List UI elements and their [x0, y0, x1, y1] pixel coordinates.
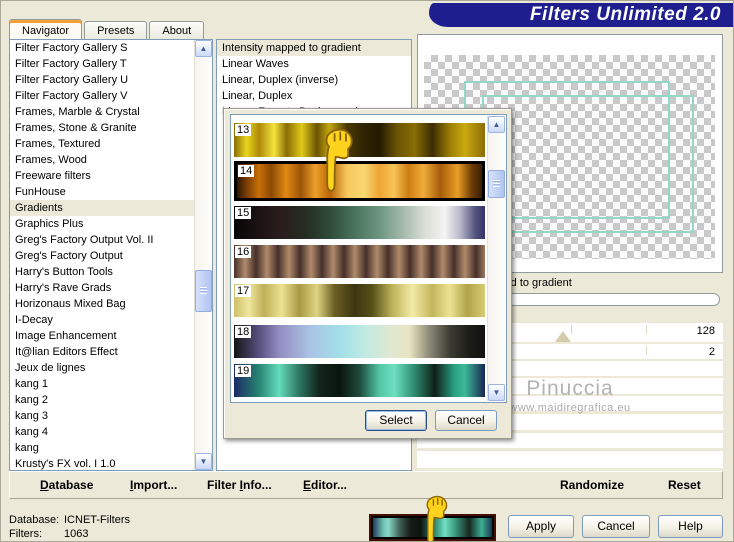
scroll-thumb[interactable]	[195, 270, 212, 312]
help-button[interactable]: Help	[658, 515, 723, 538]
database-value: ICNET-Filters	[64, 514, 130, 526]
navigator-item[interactable]: Freeware filters	[10, 168, 212, 184]
tab-bar: Navigator Presets About	[9, 14, 206, 39]
menu-item[interactable]: Filter Info...	[207, 478, 272, 492]
menu-item[interactable]: Database	[40, 478, 93, 492]
navigator-item[interactable]: Filter Factory Gallery V	[10, 88, 212, 104]
filters-count-value: 1063	[64, 528, 88, 540]
tab-about[interactable]: About	[149, 21, 204, 39]
gradient-number: 13	[235, 124, 251, 136]
navigator-item[interactable]: Frames, Wood	[10, 152, 212, 168]
picker-cancel-button[interactable]: Cancel	[435, 410, 497, 431]
navigator-item[interactable]: Jeux de lignes	[10, 360, 212, 376]
slider-thumb[interactable]	[555, 331, 571, 342]
navigator-item[interactable]: Horizonaus Mixed Bag	[10, 296, 212, 312]
navigator-item[interactable]: Gradients	[10, 200, 212, 216]
navigator-panel: Filter Factory Gallery SFilter Factory G…	[9, 39, 213, 471]
scroll-thumb[interactable]	[488, 170, 505, 198]
menu-item[interactable]: Import...	[130, 478, 177, 492]
gradient-number: 15	[235, 207, 251, 219]
filters-count-label: Filters:	[9, 528, 42, 540]
navigator-item[interactable]: Frames, Stone & Granite	[10, 120, 212, 136]
navigator-item[interactable]: It@lian Editors Effect	[10, 344, 212, 360]
window-title: Filters Unlimited 2.0	[530, 4, 721, 25]
gradient-number: 18	[235, 326, 251, 338]
navigator-item[interactable]: Frames, Textured	[10, 136, 212, 152]
navigator-item[interactable]: kang 2	[10, 392, 212, 408]
navigator-item[interactable]: FunHouse	[10, 184, 212, 200]
filter-item[interactable]: Linear, Duplex	[217, 88, 411, 104]
database-label: Database:	[9, 514, 59, 526]
current-gradient-bar[interactable]	[369, 514, 496, 541]
select-button[interactable]: Select	[365, 410, 427, 431]
gradient-scrollbar[interactable]: ▲ ▼	[487, 116, 505, 401]
navigator-item[interactable]: Graphics Plus	[10, 216, 212, 232]
navigator-item[interactable]: Image Enhancement	[10, 328, 212, 344]
navigator-item[interactable]: Frames, Marble & Crystal	[10, 104, 212, 120]
navigator-item[interactable]: I-Decay	[10, 312, 212, 328]
scroll-up-icon[interactable]: ▲	[488, 116, 505, 133]
filter-item[interactable]: Intensity mapped to gradient	[217, 40, 411, 56]
filters-unlimited-window: Filters Unlimited 2.0 Navigator Presets …	[0, 0, 734, 542]
tab-presets[interactable]: Presets	[84, 21, 147, 39]
gradient-swatch[interactable]: 18	[234, 325, 485, 358]
menu-item[interactable]: Reset	[668, 478, 701, 492]
gradient-swatch[interactable]: 17	[234, 284, 485, 317]
navigator-item[interactable]: kang 3	[10, 408, 212, 424]
slider-value: 2	[709, 346, 715, 358]
gradient-swatch[interactable]: 15	[234, 206, 485, 239]
slider-tick	[571, 325, 572, 334]
scroll-down-icon[interactable]: ▼	[488, 384, 505, 401]
slider-tick	[646, 325, 647, 334]
title-banner: Filters Unlimited 2.0	[429, 3, 734, 27]
preview-frame-outline	[482, 95, 694, 233]
navigator-item[interactable]: Filter Factory Gallery U	[10, 72, 212, 88]
navigator-scrollbar[interactable]: ▲ ▼	[194, 40, 212, 470]
gradient-number: 17	[235, 285, 251, 297]
slider-tick	[646, 346, 647, 355]
gradient-number: 16	[235, 246, 251, 258]
gradient-number: 14	[238, 165, 254, 177]
gradient-swatch[interactable]: 14	[234, 161, 485, 201]
param-row	[417, 451, 723, 468]
gradient-swatch[interactable]: 19	[234, 364, 485, 397]
navigator-item[interactable]: Filter Factory Gallery T	[10, 56, 212, 72]
navigator-item[interactable]: Harry's Rave Grads	[10, 280, 212, 296]
gradient-swatch[interactable]: 13	[234, 123, 485, 157]
navigator-item[interactable]: kang	[10, 440, 212, 456]
scroll-up-icon[interactable]: ▲	[195, 40, 212, 57]
navigator-item[interactable]: kang 4	[10, 424, 212, 440]
navigator-item[interactable]: Greg's Factory Output Vol. II	[10, 232, 212, 248]
gradient-swatch[interactable]: 16	[234, 245, 485, 278]
filter-item[interactable]: Linear, Duplex (inverse)	[217, 72, 411, 88]
gradient-picker-dialog: ▲ ▼ 13 14 15 16 17 18 19 Select Cancel	[223, 108, 512, 439]
navigator-item[interactable]: kang 1	[10, 376, 212, 392]
cancel-button[interactable]: Cancel	[582, 515, 650, 538]
navigator-item[interactable]: Krusty's FX vol. I 1.0	[10, 456, 212, 471]
scroll-down-icon[interactable]: ▼	[195, 453, 212, 470]
menu-item[interactable]: Randomize	[560, 478, 624, 492]
navigator-item[interactable]: Greg's Factory Output	[10, 248, 212, 264]
navigator-list: Filter Factory Gallery SFilter Factory G…	[10, 40, 212, 471]
menu-bar: Database Import... Filter Info... Editor...…	[9, 471, 723, 499]
menu-item[interactable]: Editor...	[303, 478, 347, 492]
navigator-item[interactable]: Harry's Button Tools	[10, 264, 212, 280]
apply-button[interactable]: Apply	[508, 515, 574, 538]
slider-value: 128	[697, 325, 715, 337]
tab-navigator[interactable]: Navigator	[9, 19, 82, 39]
filter-item[interactable]: Linear Waves	[217, 56, 411, 72]
navigator-item[interactable]: Filter Factory Gallery S	[10, 40, 212, 56]
gradient-list: ▲ ▼ 13 14 15 16 17 18 19	[230, 114, 507, 403]
gradient-number: 19	[235, 365, 251, 377]
